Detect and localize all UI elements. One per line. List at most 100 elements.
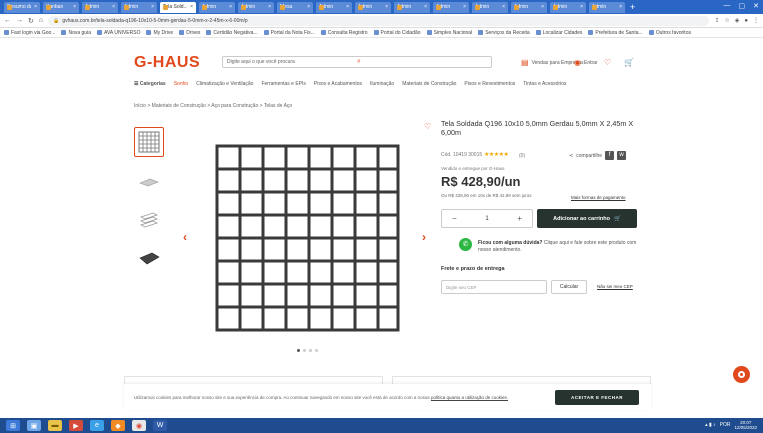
thumbnail-3[interactable] (134, 205, 164, 235)
tab-close-icon[interactable]: × (268, 4, 271, 10)
browser-tab[interactable]: Admin × (199, 1, 235, 13)
explorer-taskbar-icon[interactable]: ▣ (27, 420, 41, 431)
bookmark-item[interactable]: Simples Nacional (426, 30, 472, 36)
media-taskbar-icon[interactable]: ▶ (69, 420, 83, 431)
folder-taskbar-icon[interactable]: ▬ (48, 420, 62, 431)
bookmark-item[interactable]: Outros favoritos (648, 30, 691, 36)
tab-close-icon[interactable]: × (307, 4, 310, 10)
nav-item-pisos-acabamentos[interactable]: Pisos e Acabamentos (314, 81, 362, 87)
cookie-policy-link[interactable]: política quanto a utilização de cookies. (431, 395, 508, 400)
maximize-icon[interactable]: ▢ (739, 2, 746, 10)
cep-input[interactable]: Digite seu CEP (441, 280, 547, 294)
browser-tab[interactable]: Admin × (589, 1, 625, 13)
bookmark-item[interactable]: Certidão Negativa... (206, 30, 258, 36)
bookmark-item[interactable]: Serviços da Receita (478, 30, 530, 36)
browser-tab[interactable]: Kanban × (43, 1, 79, 13)
chat-bubble-icon[interactable] (733, 366, 750, 383)
browser-tab[interactable]: Admin × (316, 1, 352, 13)
ie-taskbar-icon[interactable]: e (90, 420, 104, 431)
menu-icon[interactable]: ⋮ (753, 17, 759, 24)
browser-tab[interactable]: Admin × (82, 1, 118, 13)
tab-close-icon[interactable]: × (190, 4, 193, 10)
add-to-cart-button[interactable]: Adicionar ao carrinho 🛒 (537, 209, 637, 228)
bookmark-item[interactable]: Fast login via Goo... (4, 30, 55, 36)
bookmark-item[interactable]: Prefeitura de Santa... (588, 30, 643, 36)
tab-close-icon[interactable]: × (385, 4, 388, 10)
reload-icon[interactable]: ↻ (28, 17, 34, 25)
tab-close-icon[interactable]: × (151, 4, 154, 10)
whatsapp-help[interactable]: ✆ Ficou com alguma dúvida? Clique aqui e… (459, 238, 638, 254)
browser-tab[interactable]: Admin × (550, 1, 586, 13)
forward-icon[interactable]: → (16, 17, 23, 24)
categories-menu[interactable]: ☰ Categorias (134, 81, 166, 87)
pager-dot-1[interactable] (297, 349, 300, 352)
bookmark-item[interactable]: Consulta Registro (320, 30, 368, 36)
nav-item-climatizacao[interactable]: Climatização e Ventilação (196, 81, 253, 87)
facebook-share-icon[interactable]: f (605, 151, 615, 160)
language-indicator[interactable]: POR (720, 422, 731, 428)
payment-options-link[interactable]: Mais formas de pagamento (571, 195, 626, 200)
login-link[interactable]: ◉ Entrar (574, 58, 598, 67)
pager-dot-2[interactable] (303, 349, 306, 352)
qty-minus-button[interactable]: − (452, 214, 457, 223)
browser-tab[interactable]: Admin × (121, 1, 157, 13)
app-taskbar-icon[interactable]: ◆ (111, 420, 125, 431)
cart-link[interactable]: 🛒 (624, 58, 634, 67)
browser-tab[interactable]: Mesa × (277, 1, 313, 13)
tab-close-icon[interactable]: × (619, 4, 622, 10)
bookmark-item[interactable]: AVA UNIVERSO (96, 30, 140, 36)
bookmark-item[interactable]: Portal do Cidadão (373, 30, 421, 36)
accept-cookies-button[interactable]: ACEITAR E FECHAR (555, 390, 639, 405)
thumbnail-2[interactable] (134, 166, 164, 196)
favorite-heart-icon[interactable]: ♡ (424, 122, 431, 131)
thumbnail-1[interactable] (134, 127, 164, 157)
tab-close-icon[interactable]: × (424, 4, 427, 10)
clock[interactable]: 20:07 12/05/2022 (734, 420, 757, 430)
tab-close-icon[interactable]: × (73, 4, 76, 10)
bookmark-item[interactable]: My Drive (146, 30, 173, 36)
nav-item-sonho[interactable]: Sonho (174, 81, 188, 87)
breadcrumb[interactable]: Início > Materiais de Construção > Aço p… (134, 103, 292, 109)
tab-close-icon[interactable]: × (463, 4, 466, 10)
bookmark-item[interactable]: Nova guia (61, 30, 91, 36)
tab-close-icon[interactable]: × (541, 4, 544, 10)
tab-close-icon[interactable]: × (502, 4, 505, 10)
calculate-shipping-button[interactable]: Calcular (551, 280, 587, 294)
no-cep-link[interactable]: Não sei meu CEP (597, 284, 633, 289)
start-button-icon[interactable]: ⊞ (6, 420, 20, 431)
pager-dot-3[interactable] (309, 349, 312, 352)
tray-icons[interactable]: ▴ ▮ ♪ (705, 422, 716, 428)
chrome-taskbar-icon[interactable]: ◉ (132, 420, 146, 431)
qty-value[interactable]: 1 (485, 216, 488, 222)
nav-item-iluminacao[interactable]: Iluminação (370, 81, 394, 87)
tab-close-icon[interactable]: × (580, 4, 583, 10)
whatsapp-share-icon[interactable]: w (617, 151, 627, 160)
close-window-icon[interactable]: ✕ (753, 2, 759, 10)
qty-plus-button[interactable]: + (517, 214, 522, 223)
browser-tab[interactable]: Resumo da...× (4, 1, 40, 13)
site-logo[interactable]: G-HAUS (134, 54, 200, 72)
pager-dot-4[interactable] (315, 349, 318, 352)
browser-tab[interactable]: Admin × (472, 1, 508, 13)
word-taskbar-icon[interactable]: W (153, 420, 167, 431)
tab-close-icon[interactable]: × (34, 4, 37, 10)
browser-tab[interactable]: Admin × (238, 1, 274, 13)
browser-tab[interactable]: Tela Sold... × (160, 1, 196, 13)
share-page-icon[interactable]: ⇪ (714, 17, 719, 24)
browser-tab[interactable]: Admin × (511, 1, 547, 13)
bookmark-star-icon[interactable]: ☆ (724, 17, 729, 24)
nav-item-materiais[interactable]: Materiais de Construção (402, 81, 456, 87)
bookmark-item[interactable]: Localizar Cidades (535, 30, 582, 36)
tab-close-icon[interactable]: × (346, 4, 349, 10)
prev-image-arrow[interactable]: ‹ (183, 230, 187, 244)
browser-tab[interactable]: Admin × (433, 1, 469, 13)
tab-close-icon[interactable]: × (229, 4, 232, 10)
tab-close-icon[interactable]: × (112, 4, 115, 10)
url-field[interactable]: 🔒 gvhaus.com.br/tela-soldada-q196-10x10-… (48, 15, 710, 26)
new-tab-button[interactable]: + (630, 2, 635, 12)
extensions-icon[interactable]: ◈ (735, 17, 740, 24)
browser-tab[interactable]: Admin × (355, 1, 391, 13)
bookmark-item[interactable]: Portal da Nota Fis... (263, 30, 315, 36)
back-icon[interactable]: ← (4, 17, 11, 24)
browser-tab[interactable]: Admin × (394, 1, 430, 13)
